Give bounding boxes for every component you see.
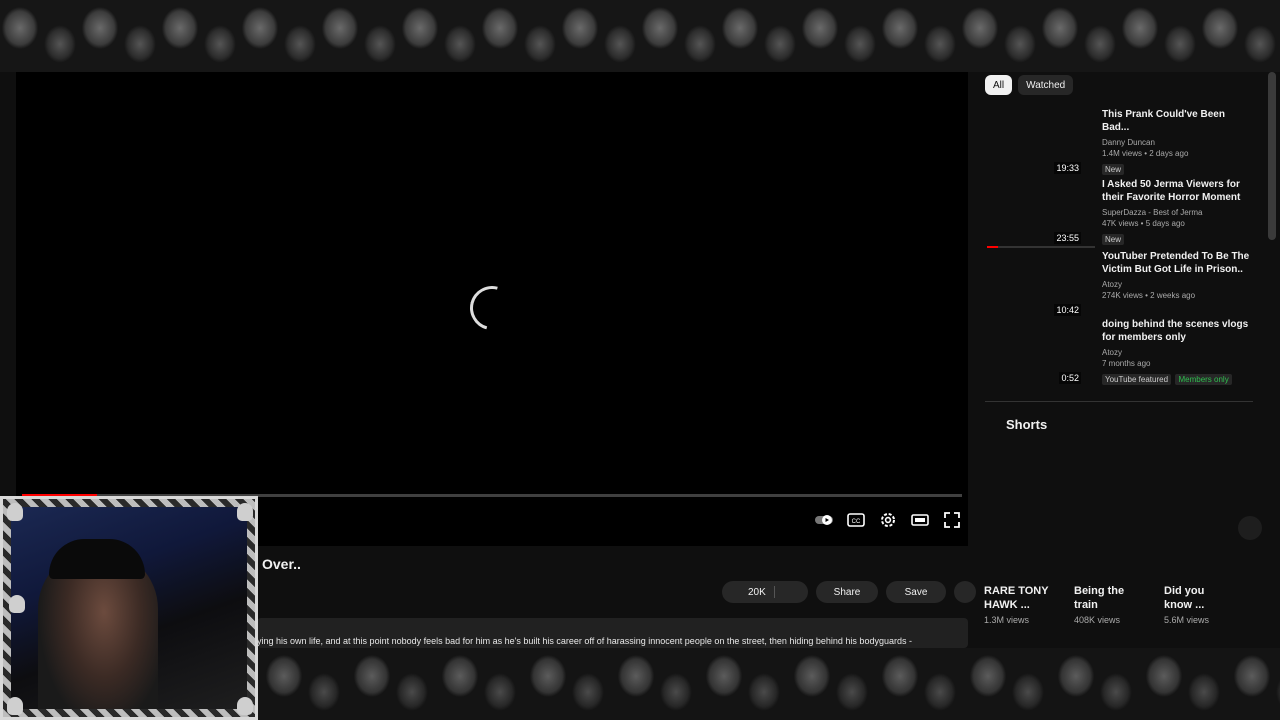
channel-name[interactable]: Atozy [1102, 347, 1252, 358]
duration-badge: 23:55 [1054, 232, 1081, 244]
watched-progress-fill [987, 246, 998, 248]
recommendation-info: YouTuber Pretended To Be The Victim But … [1102, 250, 1252, 301]
recommendation-info: doing behind the scenes vlogs for member… [1102, 318, 1252, 387]
chip-all[interactable]: All [985, 75, 1013, 95]
short-title[interactable]: Did you know ... [1164, 584, 1234, 612]
short-views: 5.6M views [1164, 615, 1210, 625]
channel-name[interactable]: SuperDazza - Best of Jerma [1102, 207, 1252, 218]
shorts-heading: Shorts [1006, 417, 1048, 432]
duration-badge: 19:33 [1054, 162, 1081, 174]
recommendation-title[interactable]: doing behind the scenes vlogs for member… [1102, 318, 1252, 344]
short-title[interactable]: RARE TONY HAWK ... [984, 584, 1054, 612]
view-count: 1.4M views • 2 days ago [1102, 149, 1189, 158]
autoplay-toggle-icon[interactable] [814, 510, 834, 530]
skull-decoration [7, 697, 23, 715]
video-title: Over.. [262, 556, 301, 572]
short-item[interactable]: Did you know ... 5.6M views [1164, 584, 1254, 625]
watched-progress [987, 246, 1095, 248]
recommendation-info: This Prank Could've Been Bad... Danny Du… [1102, 108, 1252, 177]
loading-spinner-icon [461, 277, 523, 339]
channel-name[interactable]: Danny Duncan [1102, 137, 1252, 148]
captions-icon[interactable]: CC [846, 510, 866, 530]
short-views: 408K views [1074, 615, 1121, 625]
short-item[interactable]: Being the train 408K views [1074, 584, 1164, 625]
fullscreen-icon[interactable] [942, 510, 962, 530]
video-player[interactable] [16, 72, 968, 546]
skull-frame [3, 499, 255, 717]
view-count: 274K views • 2 weeks ago [1102, 291, 1196, 300]
share-button[interactable]: Share [816, 581, 878, 603]
duration-badge: 0:52 [1059, 372, 1081, 384]
svg-text:CC: CC [852, 519, 861, 525]
shorts-shelf: RARE TONY HAWK ... 1.3M views Being the … [984, 584, 1254, 625]
scroll-next-button[interactable] [1238, 516, 1262, 540]
video-thumbnail[interactable]: 10:42 [985, 250, 1095, 316]
screen: CC Over.. 20K Share Save ying his own li… [0, 0, 1280, 720]
recommendation-title[interactable]: This Prank Could've Been Bad... [1102, 108, 1252, 134]
short-title[interactable]: Being the train [1074, 584, 1144, 612]
more-actions-button[interactable] [954, 581, 976, 603]
duration-badge: 10:42 [1054, 304, 1081, 316]
description-text: ying his own life, and at this point nob… [257, 636, 912, 646]
upload-date: 7 months ago [1102, 359, 1151, 368]
skull-overlay-top [0, 0, 1280, 72]
recommendation-info: I Asked 50 Jerma Viewers for their Favor… [1102, 178, 1252, 247]
like-button[interactable]: 20K [722, 581, 808, 603]
section-divider [985, 401, 1253, 402]
video-thumbnail[interactable]: 23:55 [985, 178, 1095, 248]
save-button[interactable]: Save [886, 581, 946, 603]
view-count: 47K views • 5 days ago [1102, 219, 1185, 228]
members-only-badge: Members only [1175, 374, 1232, 385]
channel-name[interactable]: Atozy [1102, 279, 1252, 290]
new-badge: New [1102, 164, 1125, 175]
like-count: 20K [748, 586, 766, 598]
recommendation-title[interactable]: I Asked 50 Jerma Viewers for their Favor… [1102, 178, 1252, 204]
recommendation-title[interactable]: YouTuber Pretended To Be The Victim But … [1102, 250, 1252, 276]
player-controls: CC [814, 510, 962, 530]
video-actions: 20K Share Save [722, 581, 976, 603]
video-thumbnail[interactable]: 19:33 [985, 108, 1095, 174]
skull-decoration [9, 595, 25, 613]
settings-gear-icon[interactable] [878, 510, 898, 530]
short-views: 1.3M views [984, 615, 1030, 625]
description-box[interactable]: ying his own life, and at this point nob… [257, 618, 968, 648]
streamer-webcam [0, 496, 258, 720]
chip-watched[interactable]: Watched [1018, 75, 1074, 95]
skull-decoration [237, 697, 253, 715]
video-thumbnail[interactable]: 0:52 [985, 318, 1095, 384]
scrollbar[interactable] [1268, 72, 1276, 240]
theater-mode-icon[interactable] [910, 510, 930, 530]
new-badge: New [1102, 234, 1125, 245]
skull-decoration [7, 503, 23, 521]
skull-decoration [237, 503, 253, 521]
filter-chips: All Watched [985, 75, 1074, 95]
youtube-featured-badge: YouTube featured [1102, 374, 1172, 385]
short-item[interactable]: RARE TONY HAWK ... 1.3M views [984, 584, 1074, 625]
